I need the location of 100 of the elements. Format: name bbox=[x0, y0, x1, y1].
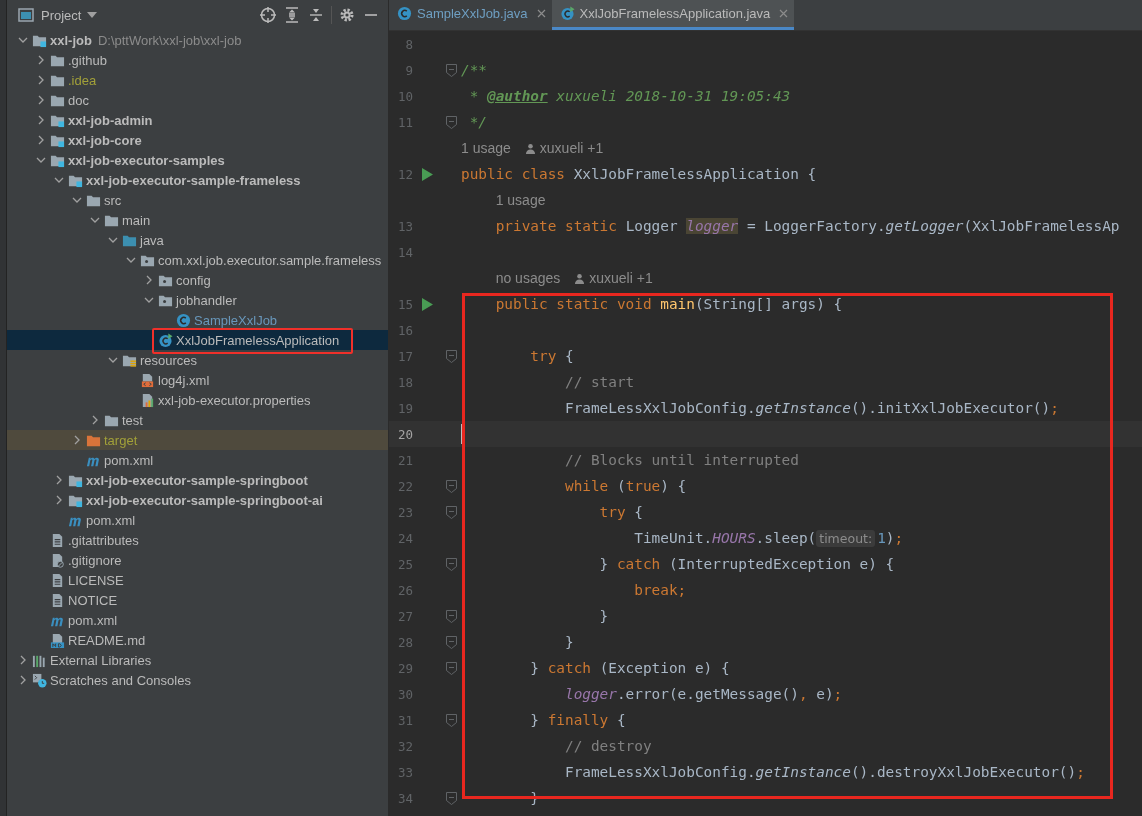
fold-icon[interactable] bbox=[445, 661, 457, 675]
close-icon[interactable] bbox=[536, 9, 546, 18]
line-number: 10 bbox=[396, 88, 413, 104]
tree-row[interactable]: xxl-job-executor-sample-springboot bbox=[7, 470, 388, 490]
line-number: 9 bbox=[404, 62, 413, 78]
tree-row[interactable]: .gitignore bbox=[7, 550, 388, 570]
usage-hint[interactable]: no usages bbox=[495, 270, 561, 286]
chevron-down-icon[interactable] bbox=[90, 215, 100, 225]
chevron-right-icon[interactable] bbox=[72, 435, 82, 445]
chevron-down-icon[interactable] bbox=[108, 355, 118, 365]
tree-row[interactable]: xxl-job-executor-sample-springboot-ai bbox=[7, 490, 388, 510]
tree-row[interactable]: xxl-job D:\pttWork\xxl-job\xxl-job bbox=[7, 30, 388, 50]
person-icon bbox=[574, 272, 586, 284]
author-hint[interactable]: xuxueli +1 bbox=[589, 270, 653, 286]
collapse-all-icon[interactable] bbox=[307, 6, 325, 24]
line-number: 15 bbox=[396, 296, 413, 312]
tree-row[interactable]: Scratches and Consoles bbox=[7, 670, 388, 690]
item-label: resources bbox=[140, 352, 198, 368]
chevron-right-icon[interactable] bbox=[18, 655, 28, 665]
class-icon bbox=[559, 6, 575, 21]
run-icon[interactable] bbox=[421, 167, 433, 181]
usage-hint[interactable]: 1 usage bbox=[461, 140, 511, 156]
run-icon[interactable] bbox=[421, 297, 433, 311]
tree-row[interactable]: xxl-job-core bbox=[7, 130, 388, 150]
tree-row[interactable]: NOTICE bbox=[7, 590, 388, 610]
fold-icon[interactable] bbox=[445, 505, 457, 519]
tree-row[interactable]: log4j.xml bbox=[7, 370, 388, 390]
tree-row[interactable]: .github bbox=[7, 50, 388, 70]
editor-tab[interactable]: XxlJobFramelessApplication.java bbox=[551, 0, 795, 30]
tree-row[interactable]: com.xxl.job.executor.sample.frameless bbox=[7, 250, 388, 270]
code-line: public class XxlJobFramelessApplication { bbox=[461, 166, 817, 182]
tree-row[interactable]: xxl-job-executor.properties bbox=[7, 390, 388, 410]
tree-row[interactable]: pom.xml bbox=[7, 510, 388, 530]
line-number: 33 bbox=[396, 764, 413, 780]
usage-hint[interactable]: 1 usage bbox=[495, 192, 546, 208]
fold-icon[interactable] bbox=[445, 557, 457, 571]
tree-row[interactable]: pom.xml bbox=[7, 450, 388, 470]
chevron-right-icon[interactable] bbox=[54, 495, 64, 505]
chevron-down-icon[interactable] bbox=[18, 35, 28, 45]
tree-row[interactable]: test bbox=[7, 410, 388, 430]
tree-row[interactable]: src bbox=[7, 190, 388, 210]
file-icon bbox=[50, 572, 65, 588]
line-number: 22 bbox=[396, 478, 413, 494]
code-line: public static void main(String[] args) { bbox=[494, 296, 843, 312]
tree-row[interactable]: .idea bbox=[7, 70, 388, 90]
chevron-right-icon[interactable] bbox=[36, 115, 46, 125]
tree-row[interactable]: config bbox=[7, 270, 388, 290]
tree-row[interactable]: xxl-job-executor-sample-frameless bbox=[7, 170, 388, 190]
fold-icon[interactable] bbox=[445, 63, 457, 77]
item-label: target bbox=[104, 432, 138, 448]
tree-row[interactable]: External Libraries bbox=[7, 650, 388, 670]
tree-row[interactable]: LICENSE bbox=[7, 570, 388, 590]
item-label: jobhandler bbox=[176, 292, 237, 308]
fold-icon[interactable] bbox=[445, 115, 457, 129]
expand-all-icon[interactable] bbox=[283, 6, 301, 24]
chevron-right-icon[interactable] bbox=[36, 75, 46, 85]
settings-icon[interactable] bbox=[338, 6, 356, 24]
tree-row[interactable]: pom.xml bbox=[7, 610, 388, 630]
item-label: .idea bbox=[68, 72, 97, 88]
item-label: doc bbox=[68, 92, 89, 108]
chevron-down-icon[interactable] bbox=[36, 155, 46, 165]
tree-row[interactable]: jobhandler bbox=[7, 290, 388, 310]
chevron-down-icon[interactable] bbox=[144, 295, 154, 305]
tree-row[interactable]: main bbox=[7, 210, 388, 230]
line-number: 11 bbox=[396, 114, 413, 130]
tree-row[interactable]: README.md bbox=[7, 630, 388, 650]
tree-row[interactable]: java bbox=[7, 230, 388, 250]
chevron-down-icon[interactable] bbox=[108, 235, 118, 245]
dropdown-caret-icon[interactable] bbox=[87, 12, 98, 18]
chevron-right-icon[interactable] bbox=[90, 415, 100, 425]
chevron-right-icon[interactable] bbox=[36, 135, 46, 145]
author-hint[interactable]: xuxueli +1 bbox=[539, 140, 604, 156]
tree-row[interactable]: resources bbox=[7, 350, 388, 370]
tree-row[interactable]: target bbox=[7, 430, 388, 450]
chevron-right-icon[interactable] bbox=[144, 275, 154, 285]
fold-icon[interactable] bbox=[445, 791, 457, 805]
chevron-down-icon[interactable] bbox=[54, 175, 64, 185]
fold-icon[interactable] bbox=[445, 349, 457, 363]
chevron-down-icon[interactable] bbox=[126, 255, 136, 265]
tree-row[interactable]: xxl-job-admin bbox=[7, 110, 388, 130]
chevron-right-icon[interactable] bbox=[36, 95, 46, 105]
crosshair-icon[interactable] bbox=[259, 6, 277, 24]
fold-icon[interactable] bbox=[445, 713, 457, 727]
fold-icon[interactable] bbox=[445, 635, 457, 649]
chevron-right-icon[interactable] bbox=[54, 475, 64, 485]
line-number: 13 bbox=[396, 218, 413, 234]
close-icon[interactable] bbox=[779, 9, 789, 18]
tree-row[interactable]: doc bbox=[7, 90, 388, 110]
fold-icon[interactable] bbox=[445, 479, 457, 493]
tree-row[interactable]: .gitattributes bbox=[7, 530, 388, 550]
chevron-right-icon[interactable] bbox=[36, 55, 46, 65]
tree-row[interactable]: SampleXxlJob bbox=[7, 310, 388, 330]
chevron-right-icon[interactable] bbox=[18, 675, 28, 685]
class-icon bbox=[176, 312, 191, 328]
fold-icon[interactable] bbox=[445, 609, 457, 623]
panel-title[interactable]: Project bbox=[41, 7, 82, 23]
tree-row[interactable]: xxl-job-executor-samples bbox=[7, 150, 388, 170]
editor-tab[interactable]: SampleXxlJob.java bbox=[389, 0, 552, 30]
chevron-down-icon[interactable] bbox=[72, 195, 82, 205]
code-line: /** bbox=[461, 62, 487, 78]
